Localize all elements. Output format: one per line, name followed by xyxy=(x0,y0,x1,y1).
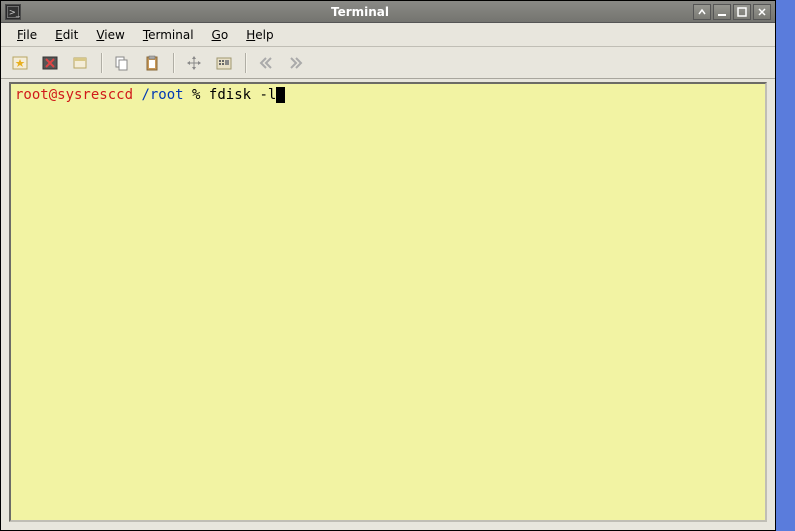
menu-edit[interactable]: Edit xyxy=(47,25,86,45)
toolbar-separator xyxy=(169,51,177,75)
star-tab-icon xyxy=(11,54,29,72)
fullscreen-icon xyxy=(185,54,203,72)
shade-button[interactable] xyxy=(693,4,711,20)
menu-view[interactable]: View xyxy=(88,25,132,45)
new-tab-button[interactable] xyxy=(7,50,33,76)
fullscreen-button[interactable] xyxy=(181,50,207,76)
new-window-button[interactable] xyxy=(67,50,93,76)
cursor xyxy=(276,87,285,103)
terminal-window: >_ Terminal File Edit View Terminal Go H… xyxy=(0,0,776,531)
prompt-user: root@sysresccd xyxy=(15,87,133,103)
menu-help[interactable]: Help xyxy=(238,25,281,45)
menubar: File Edit View Terminal Go Help xyxy=(1,23,775,47)
app-icon: >_ xyxy=(5,4,21,20)
prompt-line: root@sysresccd /root % fdisk -l xyxy=(15,86,761,104)
copy-icon xyxy=(113,54,131,72)
close-button[interactable] xyxy=(753,4,771,20)
settings-button[interactable] xyxy=(211,50,237,76)
menu-go[interactable]: Go xyxy=(204,25,237,45)
toolbar-separator xyxy=(241,51,249,75)
settings-icon xyxy=(215,54,233,72)
close-tab-button[interactable] xyxy=(37,50,63,76)
next-icon xyxy=(287,54,305,72)
close-tab-icon xyxy=(41,54,59,72)
command-text: fdisk -l xyxy=(209,87,276,103)
window-icon xyxy=(71,54,89,72)
paste-button[interactable] xyxy=(139,50,165,76)
titlebar[interactable]: >_ Terminal xyxy=(1,1,775,23)
window-title: Terminal xyxy=(27,5,693,19)
minimize-button[interactable] xyxy=(713,4,731,20)
copy-button[interactable] xyxy=(109,50,135,76)
next-tab-button[interactable] xyxy=(283,50,309,76)
menu-file[interactable]: File xyxy=(9,25,45,45)
maximize-button[interactable] xyxy=(733,4,751,20)
prev-icon xyxy=(257,54,275,72)
prompt-path: /root xyxy=(141,87,183,103)
menu-terminal[interactable]: Terminal xyxy=(135,25,202,45)
svg-text:>_: >_ xyxy=(9,6,20,16)
paste-icon xyxy=(143,54,161,72)
terminal-content[interactable]: root@sysresccd /root % fdisk -l xyxy=(9,82,767,522)
prev-tab-button[interactable] xyxy=(253,50,279,76)
prompt-symbol: % xyxy=(184,87,209,103)
titlebar-controls xyxy=(693,4,771,20)
toolbar xyxy=(1,47,775,79)
toolbar-separator xyxy=(97,51,105,75)
